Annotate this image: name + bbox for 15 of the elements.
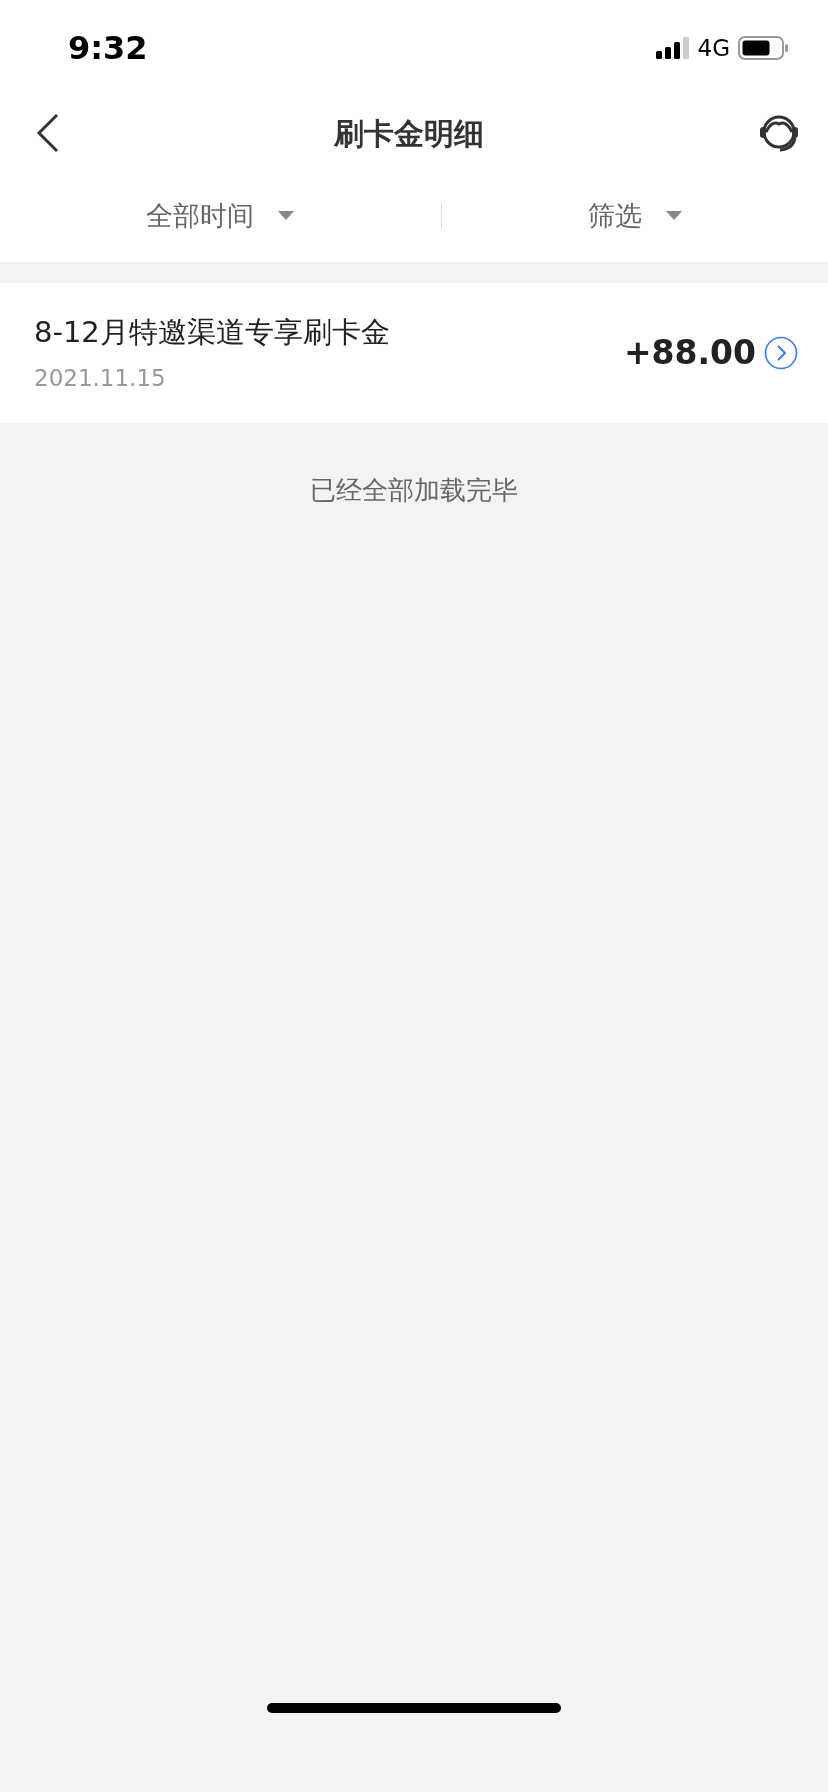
record-title: 8-12月特邀渠道专享刷卡金 xyxy=(34,314,390,351)
page-title: 刷卡金明细 xyxy=(334,114,484,153)
network-label: 4G xyxy=(697,33,730,63)
filter-dropdown[interactable]: 筛选 xyxy=(587,195,642,237)
end-of-list-text: 已经全部加载完毕 xyxy=(309,474,519,507)
record-amount: +88.00 xyxy=(623,332,756,375)
back-icon[interactable] xyxy=(36,113,60,153)
signal-icon xyxy=(655,37,690,59)
chevron-right-icon[interactable] xyxy=(764,336,798,370)
record-date: 2021.11.15 xyxy=(34,363,167,393)
dropdown-caret-icon[interactable] xyxy=(665,211,682,221)
filter-dropdown[interactable]: 全部时间 xyxy=(146,195,255,237)
dropdown-caret-icon[interactable] xyxy=(278,211,295,221)
battery-icon xyxy=(738,36,788,60)
status-time: 9:32 xyxy=(68,28,148,69)
